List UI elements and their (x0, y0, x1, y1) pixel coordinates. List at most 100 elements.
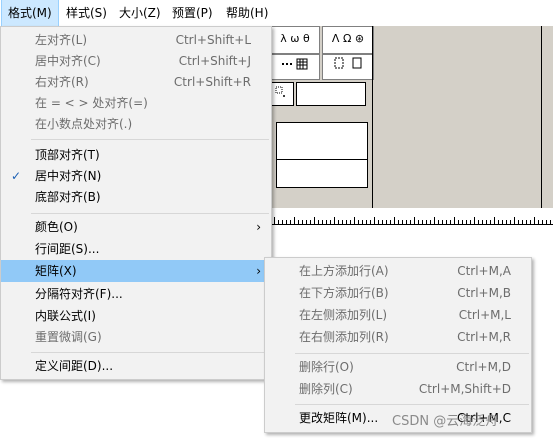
ruler-tick (274, 217, 275, 224)
menu-item-label: 重置微调(G) (35, 330, 102, 344)
submenu-item-add-row-below[interactable]: 在下方添加行(B) Ctrl+M,B (265, 282, 531, 304)
menu-item-label: 居中对齐(C) (35, 54, 101, 68)
matrix-submenu: 在上方添加行(A) Ctrl+M,A 在下方添加行(B) Ctrl+M,B 在左… (264, 257, 532, 433)
menu-help[interactable]: 帮助(H) (220, 0, 274, 26)
ruler-tick (362, 220, 363, 224)
ruler-tick (538, 220, 539, 224)
menu-item-color[interactable]: 颜色(O) › (1, 216, 271, 238)
submenu-item-add-row-above[interactable]: 在上方添加行(A) Ctrl+M,A (265, 260, 531, 282)
ruler-tick (518, 220, 519, 224)
menu-item-define-spacing[interactable]: 定义间距(D)... (1, 355, 271, 377)
menu-item-label: 居中对齐(N) (35, 169, 102, 183)
ruler-tick (534, 217, 535, 224)
ruler-tick (422, 220, 423, 224)
menu-item-label: 在 = < > 处对齐(=) (35, 96, 148, 110)
menu-item-label: 颜色(O) (35, 220, 78, 234)
ruler-tick (334, 217, 335, 224)
menu-item-shortcut: Ctrl+M,L (458, 308, 511, 322)
ruler-tick (542, 220, 543, 224)
menu-item-shortcut: Ctrl+M,R (457, 330, 511, 344)
menu-item-shortcut: Ctrl+M,Shift+D (418, 382, 511, 396)
greek-lowercase-palette[interactable]: λ ω θ (270, 26, 320, 54)
menu-item-label: 删除行(O) (299, 360, 354, 374)
menu-separator (31, 139, 269, 140)
menu-item-align-at-equals[interactable]: 在 = < > 处对齐(=) (1, 92, 271, 114)
template-slot[interactable] (296, 82, 366, 106)
ruler-tick (298, 220, 299, 224)
menu-item-shortcut: Ctrl+M,D (456, 360, 511, 374)
submenu-item-delete-column[interactable]: 删除列(C) Ctrl+M,Shift+D (265, 378, 531, 400)
menu-item-label: 在小数点处对齐(.) (35, 117, 133, 131)
ruler (270, 208, 553, 225)
greek-uppercase-palette[interactable]: Λ Ω ⊛ (322, 26, 374, 54)
ruler-tick (470, 220, 471, 224)
menu-item-inline-equation[interactable]: 内联公式(I) (1, 305, 271, 327)
ruler-tick (522, 220, 523, 224)
checkmark-icon: ✓ (11, 169, 22, 183)
menu-item-delimiter-align[interactable]: 分隔符对齐(F)... (1, 283, 271, 305)
menu-separator (31, 352, 269, 353)
menu-item-shortcut: Ctrl+Shift+R (173, 75, 251, 89)
ruler-tick (282, 220, 283, 224)
ruler-tick (342, 220, 343, 224)
ruler-tick (278, 220, 279, 224)
spacing-template-icon[interactable] (270, 82, 294, 106)
menu-item-shortcut: Ctrl+Shift+J (178, 54, 251, 68)
ruler-tick (494, 217, 495, 224)
ruler-tick (338, 220, 339, 224)
ruler-tick (354, 217, 355, 224)
menu-item-align-right[interactable]: 右对齐(R) Ctrl+Shift+R (1, 71, 271, 93)
menu-item-align-center[interactable]: 居中对齐(C) Ctrl+Shift+J (1, 50, 271, 72)
menu-item-line-spacing[interactable]: 行间距(S)... (1, 238, 271, 260)
menu-item-label: 顶部对齐(T) (35, 148, 100, 162)
submenu-item-delete-row[interactable]: 删除行(O) Ctrl+M,D (265, 356, 531, 378)
ruler-tick (458, 220, 459, 224)
menu-item-reset-nudge[interactable]: 重置微调(G) (1, 326, 271, 348)
ruler-tick (346, 220, 347, 224)
menu-item-align-at-decimal[interactable]: 在小数点处对齐(.) (1, 113, 271, 135)
ruler-tick (374, 217, 375, 224)
menu-size[interactable]: 大小(Z) (113, 0, 167, 26)
menu-item-label: 在右侧添加列(R) (299, 330, 389, 344)
submenu-item-add-column-left[interactable]: 在左侧添加列(L) Ctrl+M,L (265, 304, 531, 326)
chevron-right-icon: › (256, 264, 261, 278)
ruler-tick (366, 220, 367, 224)
ruler-tick (294, 217, 295, 224)
ruler-tick (426, 220, 427, 224)
ruler-tick (462, 220, 463, 224)
ruler-tick (290, 220, 291, 224)
ruler-tick (350, 220, 351, 224)
menu-item-align-left[interactable]: 左对齐(L) Ctrl+Shift+L (1, 29, 271, 51)
bracket-template-icon[interactable] (322, 54, 374, 80)
ruler-tick (450, 220, 451, 224)
ruler-tick (398, 220, 399, 224)
menu-preset[interactable]: 预置(P) (166, 0, 219, 26)
ruler-tick (394, 217, 395, 224)
menu-item-label: 在左侧添加列(L) (299, 308, 388, 322)
ruler-tick (430, 220, 431, 224)
menu-format[interactable]: 格式(M) (1, 0, 59, 27)
submenu-item-add-column-right[interactable]: 在右侧添加列(R) Ctrl+M,R (265, 326, 531, 348)
ruler-tick (466, 220, 467, 224)
menu-item-align-top[interactable]: 顶部对齐(T) (1, 144, 271, 166)
ruler-tick (514, 217, 515, 224)
menu-item-shortcut: Ctrl+Shift+L (175, 33, 251, 47)
matrix-template-icon[interactable] (270, 54, 320, 80)
ruler-tick (510, 220, 511, 224)
ruler-tick (446, 220, 447, 224)
ruler-tick (386, 220, 387, 224)
menu-item-label: 行间距(S)... (35, 242, 100, 256)
menu-item-label: 在下方添加行(B) (299, 286, 389, 300)
menu-item-align-middle[interactable]: ✓ 居中对齐(N) (1, 165, 271, 187)
ruler-tick (302, 220, 303, 224)
ruler-tick (406, 220, 407, 224)
menu-separator (31, 213, 269, 214)
menu-item-align-bottom[interactable]: 底部对齐(B) (1, 186, 271, 208)
menu-item-label: 分隔符对齐(F)... (35, 287, 123, 301)
menu-item-matrix[interactable]: 矩阵(X) › (1, 260, 271, 282)
ruler-tick (526, 220, 527, 224)
menu-style[interactable]: 样式(S) (60, 0, 113, 26)
menu-item-shortcut: Ctrl+M,B (457, 286, 511, 300)
ruler-tick (382, 220, 383, 224)
ruler-tick (390, 220, 391, 224)
